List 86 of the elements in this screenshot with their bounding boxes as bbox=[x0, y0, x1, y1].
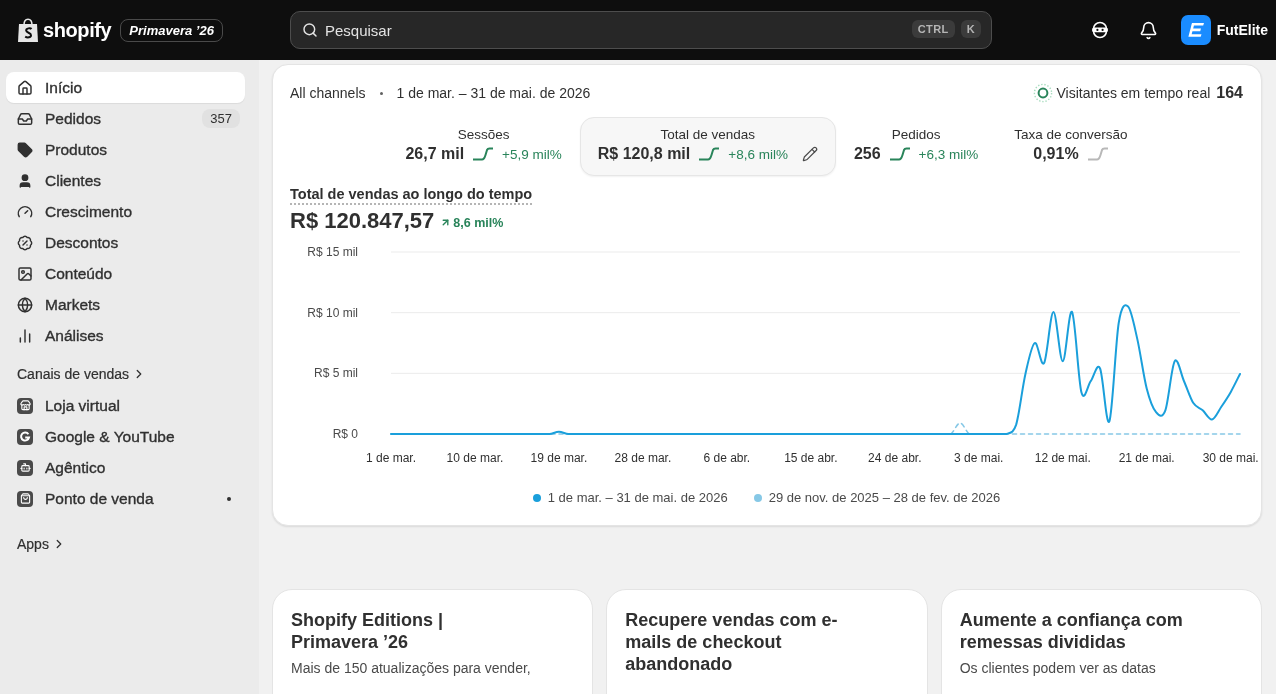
section-link[interactable]: Apps bbox=[6, 534, 66, 554]
change-text: 8,6 mil% bbox=[453, 215, 504, 230]
x-axis-label: 24 de abr. bbox=[868, 451, 922, 465]
nav-item[interactable]: Agêntico bbox=[6, 452, 245, 483]
live-visitors-count: 164 bbox=[1216, 84, 1243, 102]
metric-value: 26,7 mil bbox=[405, 145, 465, 163]
nav-item[interactable]: Descontos bbox=[6, 227, 245, 258]
house-icon bbox=[17, 79, 33, 96]
promo-description: Mais de 150 atualizações para vender, bbox=[291, 659, 532, 678]
store-logo-icon[interactable] bbox=[1180, 15, 1211, 45]
chart-title: Total de vendas ao longo do tempo bbox=[290, 186, 533, 205]
nav-item[interactable]: Início bbox=[6, 72, 245, 103]
x-axis-label: 1 de mar. bbox=[366, 451, 416, 465]
metric-value: R$ 120,8 mil bbox=[597, 145, 691, 163]
inbox-icon bbox=[17, 110, 33, 127]
g-square-icon bbox=[17, 428, 33, 445]
x-axis-label: 10 de mar. bbox=[446, 451, 504, 465]
x-axis-label: 28 de mar. bbox=[614, 451, 672, 465]
metric-tile[interactable]: Total de vendas R$ 120,8 mil +8,6 mil% bbox=[579, 117, 836, 176]
x-axis-label: 21 de mai. bbox=[1118, 451, 1175, 465]
gauge-icon bbox=[17, 203, 33, 220]
notification-dot-icon bbox=[227, 496, 231, 501]
promo-description: Os clientes podem ver as datas bbox=[959, 659, 1157, 678]
bot-square-icon bbox=[17, 459, 33, 476]
metric-change: +8,6 mil% bbox=[728, 146, 788, 162]
y-axis-label: R$ 15 mil bbox=[307, 245, 358, 259]
nav-item[interactable]: Conteúdo bbox=[6, 258, 245, 289]
x-axis-label: 30 de mai. bbox=[1202, 451, 1259, 465]
person-icon bbox=[17, 172, 33, 189]
y-axis-label: R$ 0 bbox=[332, 427, 358, 441]
x-axis-label: 12 de mai. bbox=[1034, 451, 1091, 465]
face-icon[interactable] bbox=[1089, 20, 1110, 40]
nav-item[interactable]: Análises bbox=[6, 320, 245, 351]
x-axis-label: 3 de mai. bbox=[954, 451, 1004, 465]
nav-item[interactable]: Pedidos 357 bbox=[6, 103, 245, 134]
section-link[interactable]: Canais de vendas bbox=[6, 364, 147, 384]
metric-value: 0,91% bbox=[1033, 145, 1079, 163]
metric-label: Sessões bbox=[457, 127, 510, 142]
nav-item[interactable]: Loja virtual bbox=[6, 390, 245, 421]
metric-label: Pedidos bbox=[891, 127, 941, 142]
separator-dot-icon bbox=[379, 91, 383, 95]
nav-item[interactable]: Crescimento bbox=[6, 196, 245, 227]
channel-filter[interactable]: All channels bbox=[290, 85, 366, 101]
metric-tile[interactable]: Sessões 26,7 mil +5,9 mil% bbox=[387, 117, 580, 176]
globe-icon bbox=[17, 296, 33, 313]
y-axis-label: R$ 5 mil bbox=[314, 366, 358, 381]
metric-change: +6,3 mil% bbox=[918, 146, 979, 162]
nav-item[interactable]: Ponto de venda bbox=[6, 483, 245, 514]
promo-title: Shopify Editions | Primavera ’26 bbox=[291, 609, 445, 653]
metric-label: Total de vendas bbox=[660, 127, 756, 142]
promo-title: Aumente a confiança com remessas divididas bbox=[959, 609, 1184, 653]
count-badge: 357 bbox=[202, 109, 240, 128]
bag-logo-icon bbox=[17, 17, 39, 43]
metric-value: 256 bbox=[853, 145, 881, 163]
edition-badge[interactable]: Primavera ’26 bbox=[120, 18, 223, 42]
sales-total: R$ 120.847,57 bbox=[290, 208, 435, 234]
live-status-icon bbox=[1033, 83, 1054, 103]
bag-square-icon bbox=[17, 490, 33, 507]
keyboard-key: CTRL bbox=[911, 20, 955, 38]
pencil-icon[interactable] bbox=[801, 146, 818, 162]
y-axis-label: R$ 10 mil bbox=[307, 305, 358, 320]
bar-chart-icon bbox=[17, 327, 33, 344]
x-axis-label: 6 de abr. bbox=[703, 451, 751, 465]
bell-icon[interactable] bbox=[1138, 20, 1158, 40]
metric-label: Taxa de conversão bbox=[1014, 127, 1128, 142]
metric-tile[interactable]: Pedidos 256 +6,3 mil% bbox=[835, 117, 997, 176]
image-icon bbox=[17, 265, 33, 282]
store-square-icon bbox=[17, 397, 33, 414]
percent-badge-icon bbox=[17, 234, 33, 251]
search-icon bbox=[302, 22, 318, 38]
metric-tile[interactable]: Taxa de conversão 0,91% bbox=[996, 117, 1146, 176]
promo-title: Recupere vendas com e-mails de checkout abandonado bbox=[625, 609, 839, 675]
legend-label: 1 de mar. – 31 de mai. de 2026 bbox=[547, 490, 728, 505]
nav-item[interactable]: Google & YouTube bbox=[6, 421, 245, 452]
nav-item[interactable]: Produtos bbox=[6, 134, 245, 165]
legend-label: 29 de nov. de 2025 – 28 de fev. de 2026 bbox=[768, 490, 1001, 505]
store-name: FutElite bbox=[1216, 22, 1268, 38]
brand-wordmark: shopify bbox=[43, 18, 112, 42]
nav-item[interactable]: Clientes bbox=[6, 165, 245, 196]
metric-change: +5,9 mil% bbox=[502, 146, 562, 162]
nav-item[interactable]: Markets bbox=[6, 289, 245, 320]
x-axis-label: 15 de abr. bbox=[784, 451, 838, 465]
live-visitors-label: Visitantes em tempo real bbox=[1056, 85, 1211, 101]
x-axis-label: 19 de mar. bbox=[530, 451, 588, 465]
date-range[interactable]: 1 de mar. – 31 de mai. de 2026 bbox=[396, 85, 591, 101]
tag-icon bbox=[17, 141, 33, 158]
